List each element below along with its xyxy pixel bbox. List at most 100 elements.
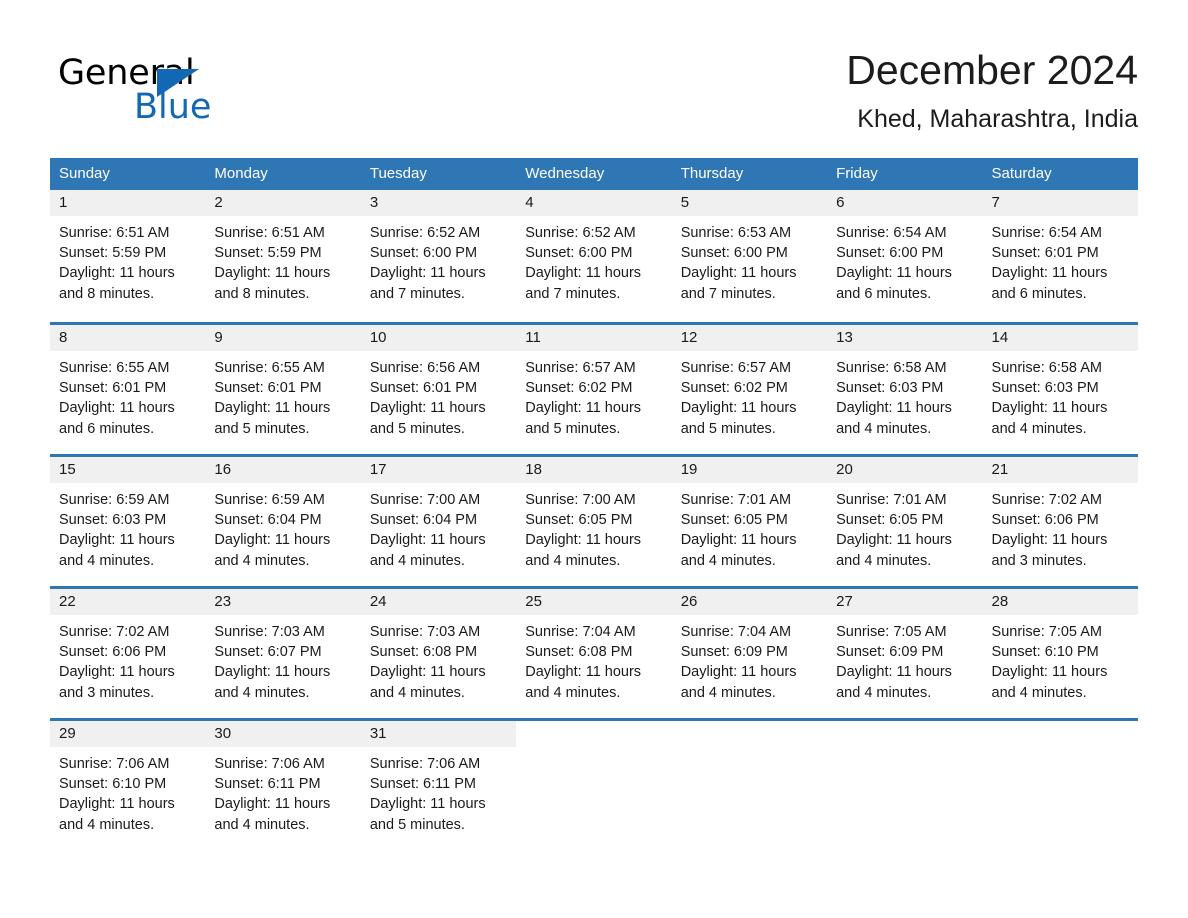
day-cell-18[interactable]: 18 Sunrise: 7:00 AM Sunset: 6:05 PM Dayligh… (516, 457, 672, 586)
day-detail-line: Daylight: 11 hours (214, 265, 331, 282)
day-detail-line: Daylight: 11 hours (59, 664, 175, 681)
day-cell-4[interactable]: 4 Sunrise: 6:52 AM Sunset: 6:00 PM Daylight… (516, 190, 672, 322)
day-detail-line: Sunrise: 6:54 AM (991, 225, 1102, 241)
day-cell-9[interactable]: 9 Sunrise: 6:55 AM Sunset: 6:01 PM Daylight… (205, 325, 361, 454)
day-detail-line: and 7 minutes. (525, 285, 621, 302)
day-detail-line: and 5 minutes. (369, 816, 465, 833)
day-number-band: 28 (982, 589, 1138, 615)
day-cell-23[interactable]: 23 Sunrise: 7:03 AM Sunset: 6:07 PM Dayligh… (205, 589, 361, 718)
day-cell-30[interactable]: 30 Sunrise: 7:06 AM Sunset: 6:11 PM Dayligh… (205, 721, 361, 850)
day-number-band: 16 (205, 457, 361, 483)
day-detail-line: Daylight: 11 hours (836, 400, 952, 417)
day-cell-25[interactable]: 25 Sunrise: 7:04 AM Sunset: 6:08 PM Dayligh… (516, 589, 672, 718)
day-detail-line: Sunrise: 7:06 AM (369, 756, 481, 772)
day-cell-15[interactable]: 15 Sunrise: 6:59 AM Sunset: 6:03 PM Dayligh… (50, 457, 206, 586)
day-number-band: 24 (360, 589, 517, 615)
day-detail-line: Daylight: 11 hours (214, 796, 331, 813)
day-cell-12[interactable]: 12 Sunrise: 6:57 AM Sunset: 6:02 PM Dayligh… (671, 325, 828, 454)
day-cell-20[interactable]: 20 Sunrise: 7:01 AM Sunset: 6:05 PM Dayligh… (827, 457, 983, 586)
day-cell-3[interactable]: 3 Sunrise: 6:52 AM Sunset: 6:00 PM Daylight… (360, 190, 517, 322)
day-details: Sunrise: 6:55 AM Sunset: 6:01 PM Daylight:… (50, 351, 205, 439)
calendar-week-row: 22 Sunrise: 7:02 AM Sunset: 6:06 PM Dayligh… (50, 586, 1138, 718)
day-detail-line: Sunrise: 7:06 AM (214, 756, 325, 772)
day-details: Sunrise: 7:00 AM Sunset: 6:04 PM Daylight:… (361, 483, 516, 571)
calendar-week-row: 15 Sunrise: 6:59 AM Sunset: 6:03 PM Dayligh… (50, 454, 1138, 586)
day-detail-line: and 4 minutes. (836, 420, 932, 437)
day-detail-line: Sunrise: 6:57 AM (680, 360, 792, 376)
day-number-band: 20 (827, 457, 983, 483)
day-detail-line: Sunset: 6:06 PM (59, 644, 167, 661)
day-number-band: 29 (50, 721, 206, 747)
general-blue-logo[interactable]: General Blue (58, 53, 318, 133)
day-number-band: 21 (982, 457, 1138, 483)
day-detail-line: and 5 minutes. (525, 420, 621, 437)
day-detail-line: Daylight: 11 hours (59, 265, 175, 282)
day-cell-16[interactable]: 16 Sunrise: 6:59 AM Sunset: 6:04 PM Dayligh… (205, 457, 361, 586)
day-detail-line: Daylight: 11 hours (991, 532, 1108, 549)
day-detail-line: Sunrise: 6:56 AM (369, 360, 481, 376)
day-detail-line: Sunrise: 7:02 AM (59, 624, 170, 640)
day-details: Sunrise: 7:04 AM Sunset: 6:08 PM Daylight:… (516, 615, 671, 703)
day-cell-27[interactable]: 27 Sunrise: 7:05 AM Sunset: 6:09 PM Dayligh… (827, 589, 983, 718)
day-cell-11[interactable]: 11 Sunrise: 6:57 AM Sunset: 6:02 PM Dayligh… (516, 325, 672, 454)
page-header: General Blue December 2024 Khed, Maharas… (50, 44, 1138, 144)
day-details: Sunrise: 6:53 AM Sunset: 6:00 PM Daylight:… (672, 216, 827, 304)
day-detail-line: Daylight: 11 hours (525, 664, 642, 681)
calendar-grid: Sunday Monday Tuesday Wednesday Thursday Frid… (50, 158, 1138, 850)
day-detail-line: Daylight: 11 hours (59, 400, 175, 417)
day-number: 28 (991, 593, 1009, 610)
day-number: 1 (59, 194, 68, 211)
day-cell-17[interactable]: 17 Sunrise: 7:00 AM Sunset: 6:04 PM Dayligh… (360, 457, 517, 586)
day-detail-line: Daylight: 11 hours (369, 664, 486, 681)
day-cell-19[interactable]: 19 Sunrise: 7:01 AM Sunset: 6:05 PM Dayligh… (671, 457, 828, 586)
day-detail-line: Daylight: 11 hours (59, 532, 175, 549)
day-cell-24[interactable]: 24 Sunrise: 7:03 AM Sunset: 6:08 PM Dayligh… (360, 589, 517, 718)
day-detail-line: Sunrise: 6:55 AM (59, 360, 170, 376)
day-detail-line: Sunrise: 7:06 AM (59, 756, 170, 772)
day-cell-2[interactable]: 2 Sunrise: 6:51 AM Sunset: 5:59 PM Daylight… (205, 190, 361, 322)
day-cell-13[interactable]: 13 Sunrise: 6:58 AM Sunset: 6:03 PM Dayligh… (827, 325, 983, 454)
day-detail-line: Daylight: 11 hours (59, 796, 175, 813)
day-detail-line: and 6 minutes. (59, 420, 155, 437)
day-detail-line: Sunset: 6:03 PM (991, 380, 1099, 397)
day-cell-7[interactable]: 7 Sunrise: 6:54 AM Sunset: 6:01 PM Daylight… (982, 190, 1138, 322)
weekday-header-monday: Monday (214, 165, 268, 182)
day-number: 13 (836, 329, 853, 346)
day-cell-31[interactable]: 31 Sunrise: 7:06 AM Sunset: 6:11 PM Dayligh… (360, 721, 517, 850)
day-number: 20 (836, 461, 853, 478)
day-detail-line: Daylight: 11 hours (214, 664, 331, 681)
day-cell-8[interactable]: 8 Sunrise: 6:55 AM Sunset: 6:01 PM Daylight… (50, 325, 206, 454)
day-cell-10[interactable]: 10 Sunrise: 6:56 AM Sunset: 6:01 PM Dayligh… (360, 325, 517, 454)
day-cell-21[interactable]: 21 Sunrise: 7:02 AM Sunset: 6:06 PM Dayligh… (982, 457, 1138, 586)
day-detail-line: Sunrise: 7:05 AM (836, 624, 947, 640)
day-detail-line: Daylight: 11 hours (525, 400, 642, 417)
day-detail-line: Daylight: 11 hours (525, 265, 642, 282)
day-cell-26[interactable]: 26 Sunrise: 7:04 AM Sunset: 6:09 PM Dayligh… (671, 589, 828, 718)
day-detail-line: and 3 minutes. (59, 684, 155, 701)
day-detail-line: Sunset: 6:09 PM (680, 644, 788, 661)
day-details: Sunrise: 6:52 AM Sunset: 6:00 PM Daylight:… (516, 216, 671, 304)
day-detail-line: and 5 minutes. (369, 420, 465, 437)
day-cell-5[interactable]: 5 Sunrise: 6:53 AM Sunset: 6:00 PM Daylight… (671, 190, 828, 322)
day-cell-22[interactable]: 22 Sunrise: 7:02 AM Sunset: 6:06 PM Dayligh… (50, 589, 206, 718)
day-number: 17 (369, 461, 387, 478)
calendar-page: General Blue December 2024 Khed, Maharas… (0, 0, 1188, 918)
day-cell-14[interactable]: 14 Sunrise: 6:58 AM Sunset: 6:03 PM Dayligh… (982, 325, 1138, 454)
day-number-band: 30 (205, 721, 361, 747)
day-details: Sunrise: 7:05 AM Sunset: 6:09 PM Daylight:… (827, 615, 982, 703)
day-cell-1[interactable]: 1 Sunrise: 6:51 AM Sunset: 5:59 PM Daylight… (50, 190, 206, 322)
day-detail-line: and 4 minutes. (525, 684, 621, 701)
day-details (983, 747, 1138, 754)
day-cell-29[interactable]: 29 Sunrise: 7:06 AM Sunset: 6:10 PM Dayligh… (50, 721, 206, 850)
day-number-band: 9 (205, 325, 361, 351)
day-detail-line: Sunset: 6:00 PM (525, 245, 633, 262)
day-detail-line: Sunset: 6:01 PM (369, 380, 478, 397)
day-detail-line: and 7 minutes. (369, 285, 465, 302)
day-number-band: 7 (982, 190, 1138, 216)
day-number: 24 (369, 593, 387, 610)
day-details: Sunrise: 6:57 AM Sunset: 6:02 PM Daylight:… (516, 351, 671, 439)
day-cell-28[interactable]: 28 Sunrise: 7:05 AM Sunset: 6:10 PM Dayligh… (982, 589, 1138, 718)
day-number-band: 8 (50, 325, 206, 351)
day-number-band: 12 (671, 325, 828, 351)
day-cell-6[interactable]: 6 Sunrise: 6:54 AM Sunset: 6:00 PM Daylight… (827, 190, 983, 322)
